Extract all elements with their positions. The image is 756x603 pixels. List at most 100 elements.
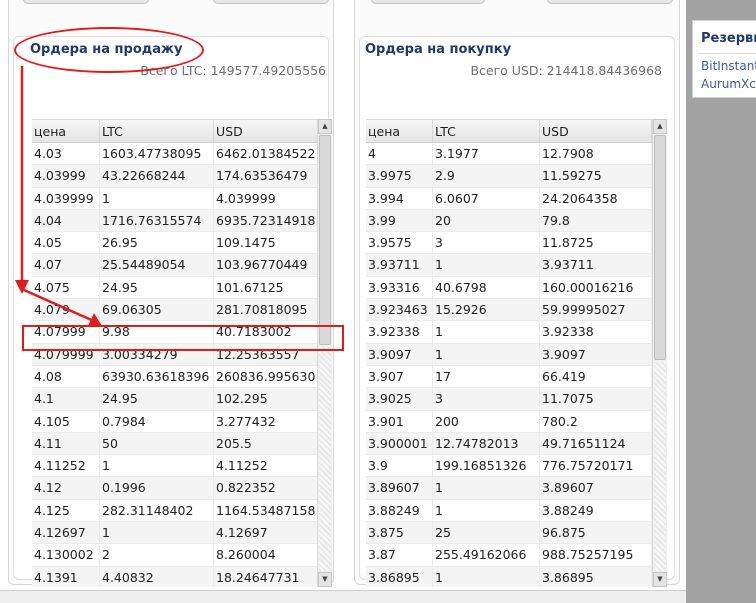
usd-cell: 780.2 (540, 410, 652, 432)
buy-table-header: цена LTC USD (366, 119, 652, 143)
table-row[interactable]: 3.901 200 780.2 (366, 410, 652, 433)
usd-cell: 3.92338 (540, 321, 652, 343)
price-cell: 3.9025 (366, 388, 433, 410)
table-row[interactable]: 3.994 6.0607 24.2064358 (366, 187, 652, 210)
table-row[interactable]: 3.9575 3 11.8725 (366, 232, 652, 255)
scrollbar-thumb[interactable] (654, 135, 666, 360)
table-row[interactable]: 4.05 26.95 109.1475 (32, 232, 330, 255)
ltc-cell: 3 (433, 388, 540, 410)
price-cell: 4.12 (32, 477, 100, 499)
table-row[interactable]: 4.12 0.1996 0.822352 (32, 477, 330, 500)
buy-table-body: 4 3.1977 12.7908 3.9975 2.9 11.59275 3.994 6.06… (366, 143, 652, 587)
table-row[interactable]: 4.11252 1 4.11252 (32, 455, 330, 478)
ltc-cell: 24.95 (100, 388, 214, 410)
price-cell: 4.12697 (32, 522, 100, 544)
column-header-usd[interactable]: USD (214, 120, 330, 142)
table-row[interactable]: 4.079 69.06305 281.70818095 (32, 299, 330, 322)
buy-scrollbar[interactable]: ▲ ▼ (652, 119, 667, 587)
table-row[interactable]: 3.93316 40.6798 160.00016216 (366, 276, 652, 300)
usd-cell: 11.59275 (540, 165, 652, 187)
sell-table-body: 4.03 1603.47738095 6462.01384522 4.03999 43.… (32, 143, 330, 587)
table-row[interactable]: 4.04 1716.76315574 6935.72314918 (32, 209, 330, 233)
table-row[interactable]: 4.12697 1 4.12697 (32, 522, 330, 545)
scroll-up-icon[interactable]: ▲ (653, 119, 667, 134)
table-row[interactable]: 4.130002 2 8.260004 (32, 544, 330, 567)
table-row[interactable]: 4.08 63930.63618396 260836.995630 (32, 365, 330, 389)
reserve-link-bitinstant[interactable]: BitInstant (701, 59, 756, 73)
column-header-ltc[interactable]: LTC (100, 120, 214, 142)
usd-cell: 260836.995630 (214, 365, 330, 388)
ltc-cell: 25 (433, 522, 540, 544)
scrollbar-track[interactable] (319, 347, 331, 571)
usd-cell: 11.8725 (540, 232, 652, 254)
price-cell: 4 (366, 143, 433, 165)
table-row[interactable]: 4.11 50 205.5 (32, 432, 330, 456)
ltc-cell: 1 (433, 343, 540, 365)
table-row[interactable]: 3.9097 1 3.9097 (366, 343, 652, 366)
table-row[interactable]: 4.039999 1 4.039999 (32, 187, 330, 210)
usd-cell: 4.11252 (214, 455, 330, 477)
table-row[interactable]: 3.89607 1 3.89607 (366, 477, 652, 500)
scroll-down-icon[interactable]: ▼ (653, 572, 667, 587)
column-header-price[interactable]: цена (32, 120, 100, 142)
scrollbar-thumb[interactable] (319, 135, 331, 345)
scrollbar-track[interactable] (654, 362, 666, 571)
table-row[interactable]: 4.1 24.95 102.295 (32, 388, 330, 411)
scroll-up-icon[interactable]: ▲ (318, 119, 332, 134)
buy-top-button[interactable] (371, 0, 485, 4)
usd-cell: 11.7075 (540, 388, 652, 410)
reserve-link-aurumxchange[interactable]: AurumXchange (701, 77, 756, 91)
table-row[interactable]: 4.125 282.31148402 1164.53487158 (32, 499, 330, 523)
table-row[interactable]: 4.075 24.95 101.67125 (32, 276, 330, 300)
price-cell: 4.07 (32, 254, 100, 276)
usd-cell: 3.9097 (540, 343, 652, 365)
ltc-cell: 50 (100, 432, 214, 455)
usd-cell: 101.67125 (214, 276, 330, 299)
table-row[interactable]: 3.99 20 79.8 (366, 209, 652, 233)
table-row[interactable]: 3.907 17 66.419 (366, 365, 652, 389)
usd-cell: 24.2064358 (540, 187, 652, 209)
table-row[interactable]: 3.86895 1 3.86895 (366, 566, 652, 587)
column-header-price[interactable]: цена (366, 120, 433, 142)
ltc-cell: 40.6798 (433, 276, 540, 299)
annotation-highlight-box (22, 325, 344, 351)
price-cell: 4.130002 (32, 544, 100, 566)
scroll-down-icon[interactable]: ▼ (318, 572, 332, 587)
ltc-cell: 24.95 (100, 276, 214, 299)
table-row[interactable]: 3.923463 15.2926 59.99995027 (366, 299, 652, 322)
price-cell: 3.907 (366, 365, 433, 388)
price-cell: 3.87 (366, 544, 433, 566)
table-row[interactable]: 4.105 0.7984 3.277432 (32, 410, 330, 433)
table-row[interactable]: 3.88249 1 3.88249 (366, 499, 652, 523)
price-cell: 3.9 (366, 455, 433, 477)
table-row[interactable]: 4.1391 4.40832 18.24647731 (32, 566, 330, 587)
sell-top-button[interactable] (23, 0, 149, 4)
table-row[interactable]: 3.9025 3 11.7075 (366, 388, 652, 411)
table-row[interactable]: 3.875 25 96.875 (366, 522, 652, 545)
sell-top-button-2[interactable] (213, 0, 329, 4)
table-row[interactable]: 3.87 255.49162066 988.75257195 (366, 544, 652, 567)
sell-scrollbar[interactable]: ▲ ▼ (317, 119, 332, 587)
price-cell: 4.1391 (32, 566, 100, 587)
table-row[interactable]: 3.9975 2.9 11.59275 (366, 165, 652, 188)
price-cell: 4.04 (32, 209, 100, 232)
table-row[interactable]: 3.900001 12.74782013 49.71651124 (366, 432, 652, 456)
ltc-cell: 69.06305 (100, 299, 214, 321)
table-row[interactable]: 3.93711 1 3.93711 (366, 254, 652, 277)
table-row[interactable]: 4.03999 43.22668244 174.63536479 (32, 165, 330, 188)
table-row[interactable]: 3.92338 1 3.92338 (366, 321, 652, 344)
column-header-ltc[interactable]: LTC (433, 120, 540, 142)
price-cell: 4.125 (32, 499, 100, 522)
column-header-usd[interactable]: USD (540, 120, 652, 142)
ltc-cell: 1 (433, 566, 540, 587)
table-row[interactable]: 4 3.1977 12.7908 (366, 143, 652, 166)
usd-cell: 4.12697 (214, 522, 330, 544)
usd-cell: 0.822352 (214, 477, 330, 499)
table-row[interactable]: 4.07 25.54489054 103.96770449 (32, 254, 330, 277)
usd-cell: 96.875 (540, 522, 652, 544)
table-row[interactable]: 3.9 199.16851326 776.75720171 (366, 455, 652, 478)
price-cell: 3.9575 (366, 232, 433, 254)
buy-orders-card: Ордера на покупку Всего USD: 214418.8443… (359, 36, 675, 587)
buy-top-button-2[interactable] (547, 0, 673, 4)
table-row[interactable]: 4.03 1603.47738095 6462.01384522 (32, 143, 330, 166)
